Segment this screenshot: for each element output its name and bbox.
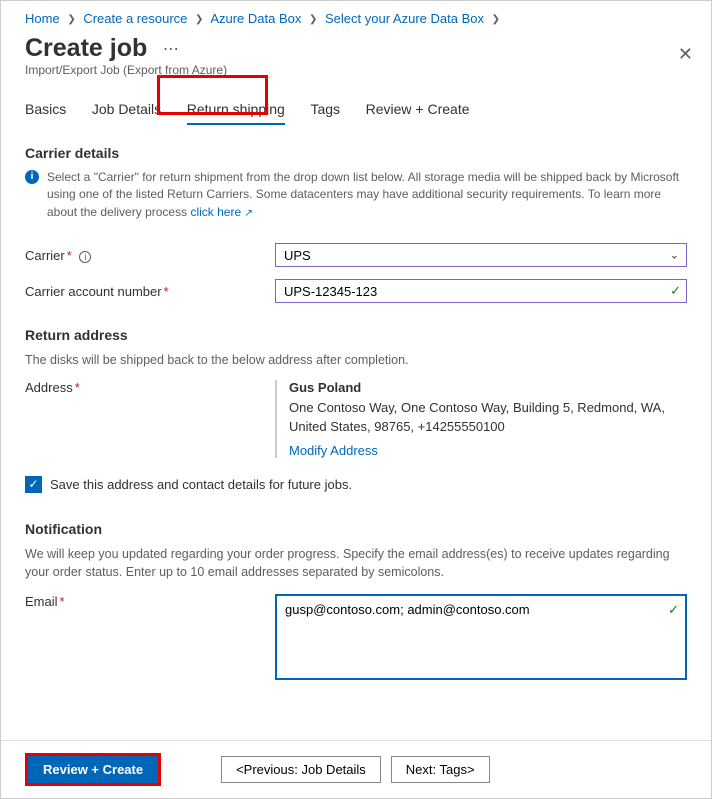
next-button[interactable]: Next: Tags>	[391, 756, 490, 783]
review-create-button[interactable]: Review + Create	[28, 756, 158, 783]
return-address-heading: Return address	[25, 327, 687, 343]
tab-bar: Basics Job Details Return shipping Tags …	[1, 79, 711, 125]
notification-heading: Notification	[25, 521, 687, 537]
carrier-account-label: Carrier account number*	[25, 284, 275, 299]
breadcrumb-azure-data-box[interactable]: Azure Data Box	[210, 11, 301, 26]
carrier-label: Carrier* i	[25, 248, 275, 263]
carrier-select[interactable]: UPS	[275, 243, 687, 267]
tab-tags[interactable]: Tags	[310, 93, 340, 125]
carrier-info-text: Select a "Carrier" for return shipment f…	[47, 169, 687, 221]
address-name: Gus Poland	[289, 380, 687, 395]
tab-return-shipping[interactable]: Return shipping	[187, 93, 285, 125]
more-icon[interactable]: ⋯	[163, 41, 179, 58]
tab-job-details[interactable]: Job Details	[92, 93, 161, 125]
chevron-right-icon: ❯	[195, 14, 203, 25]
email-label: Email*	[25, 594, 275, 609]
page-subtitle: Import/Export Job (Export from Azure)	[25, 63, 687, 77]
tab-basics[interactable]: Basics	[25, 93, 66, 125]
page-title: Create job	[25, 34, 147, 63]
address-text: One Contoso Way, One Contoso Way, Buildi…	[289, 399, 687, 437]
breadcrumb: Home ❯ Create a resource ❯ Azure Data Bo…	[1, 1, 711, 30]
breadcrumb-create-resource[interactable]: Create a resource	[83, 11, 187, 26]
chevron-right-icon: ❯	[67, 14, 75, 25]
breadcrumb-select-data-box[interactable]: Select your Azure Data Box	[325, 11, 484, 26]
carrier-info-link[interactable]: click here ↗	[190, 205, 252, 219]
info-circle-icon[interactable]: i	[79, 251, 91, 263]
breadcrumb-home[interactable]: Home	[25, 11, 60, 26]
save-address-checkbox[interactable]: ✓	[25, 476, 42, 493]
highlight-box: Review + Create	[25, 753, 161, 786]
checkmark-icon: ✓	[668, 602, 679, 618]
tab-review-create[interactable]: Review + Create	[366, 93, 470, 125]
modify-address-link[interactable]: Modify Address	[289, 443, 378, 458]
notification-desc: We will keep you updated regarding your …	[25, 545, 687, 583]
external-link-icon: ↗	[244, 208, 252, 219]
email-textarea[interactable]: gusp@contoso.com; admin@contoso.com	[275, 594, 687, 680]
info-icon: i	[25, 170, 39, 184]
save-address-label: Save this address and contact details fo…	[50, 477, 352, 492]
footer-bar: Review + Create <Previous: Job Details N…	[1, 740, 711, 798]
chevron-right-icon: ❯	[309, 14, 317, 25]
chevron-right-icon: ❯	[492, 14, 500, 25]
carrier-account-input[interactable]	[275, 279, 687, 303]
previous-button[interactable]: <Previous: Job Details	[221, 756, 381, 783]
close-icon[interactable]: ✕	[678, 44, 693, 65]
address-label: Address*	[25, 380, 275, 458]
return-address-desc: The disks will be shipped back to the be…	[25, 351, 687, 370]
carrier-details-heading: Carrier details	[25, 145, 687, 161]
